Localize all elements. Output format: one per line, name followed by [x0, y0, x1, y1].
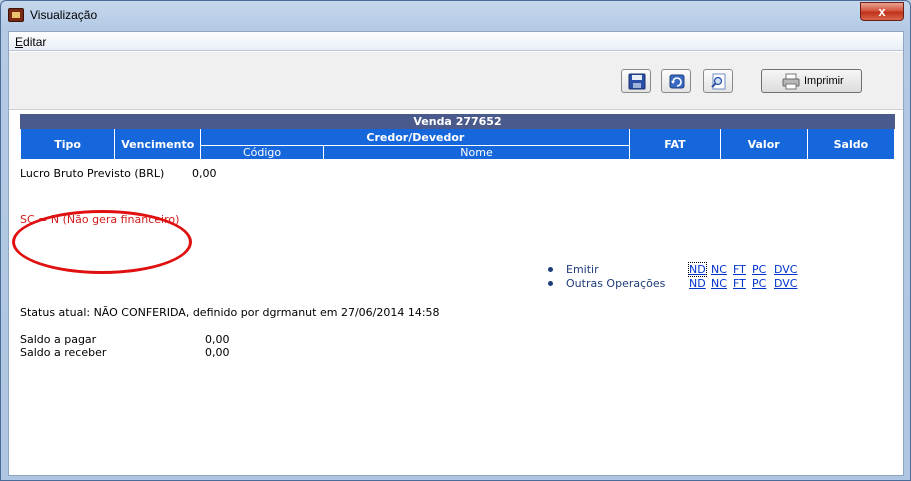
bullet-icon: [548, 267, 553, 272]
printer-icon: [782, 73, 800, 90]
search-button[interactable]: [703, 69, 733, 93]
col-codigo: Código: [200, 145, 324, 160]
emitir-link-dvc[interactable]: DVC: [774, 263, 797, 276]
saldo-receber-label: Saldo a receber: [20, 346, 107, 359]
client-area: Editar Imprimir Venda 277652 Tipo Vencim…: [8, 31, 904, 476]
toolbar: Imprimir: [9, 52, 903, 110]
visualizacao-window: Visualização x Editar Imprimir Venda 277…: [0, 0, 911, 481]
saldo-pagar-label: Saldo a pagar: [20, 333, 97, 346]
close-button[interactable]: x: [860, 2, 904, 21]
outras-label: Outras Operações: [566, 277, 666, 290]
refresh-icon: [669, 74, 685, 89]
lucro-value: 0,00: [192, 167, 217, 180]
col-saldo: Saldo: [806, 128, 896, 160]
lucro-label: Lucro Bruto Previsto (BRL): [20, 167, 165, 180]
col-tipo: Tipo: [19, 128, 116, 160]
app-icon: [8, 8, 24, 22]
menu-editar[interactable]: Editar: [15, 35, 46, 49]
menu-editar-mnemonic: E: [15, 35, 24, 49]
bullet-icon: [548, 281, 553, 286]
refresh-button[interactable]: [661, 69, 691, 93]
venda-table: Venda 277652 Tipo Vencimento Credor/Deve…: [19, 114, 896, 160]
emitir-label: Emitir: [566, 263, 599, 276]
outras-link-dvc[interactable]: DVC: [774, 277, 797, 290]
status-text: Status atual: NÃO CONFERIDA, definido po…: [20, 306, 440, 319]
col-fat: FAT: [629, 128, 721, 160]
report-content: Venda 277652 Tipo Vencimento Credor/Deve…: [19, 114, 896, 160]
outras-link-pc[interactable]: PC: [752, 277, 766, 290]
menu-bar: Editar: [9, 32, 903, 51]
col-nome: Nome: [322, 145, 631, 160]
save-icon: [628, 73, 646, 90]
col-valor: Valor: [719, 128, 808, 160]
outras-row: Outras Operações ND NC FT PC DVC: [548, 277, 818, 291]
operations-panel: Emitir ND NC FT PC DVC Outras Operações …: [548, 262, 818, 291]
title-bar[interactable]: Visualização x: [1, 1, 910, 29]
emitir-link-nc[interactable]: NC: [711, 263, 727, 276]
red-annotation-circle: [12, 210, 192, 274]
print-button[interactable]: Imprimir: [761, 69, 862, 93]
saldo-pagar-value: 0,00: [205, 333, 230, 346]
save-button[interactable]: [621, 69, 651, 93]
venda-title: Venda 277652: [20, 114, 895, 129]
print-label: Imprimir: [804, 75, 844, 87]
menu-editar-label: ditar: [23, 35, 47, 49]
search-icon: [711, 73, 726, 90]
col-vencimento: Vencimento: [114, 128, 202, 160]
emitir-row: Emitir ND NC FT PC DVC: [548, 262, 818, 277]
outras-link-nc[interactable]: NC: [711, 277, 727, 290]
window-title: Visualização: [30, 8, 98, 22]
emitir-link-pc[interactable]: PC: [752, 263, 766, 276]
outras-link-ft[interactable]: FT: [733, 277, 746, 290]
saldo-receber-value: 0,00: [205, 346, 230, 359]
emitir-link-ft[interactable]: FT: [733, 263, 746, 276]
col-credor-devedor: Credor/Devedor: [200, 128, 631, 146]
emitir-link-nd[interactable]: ND: [688, 262, 707, 277]
outras-link-nd[interactable]: ND: [689, 277, 706, 290]
